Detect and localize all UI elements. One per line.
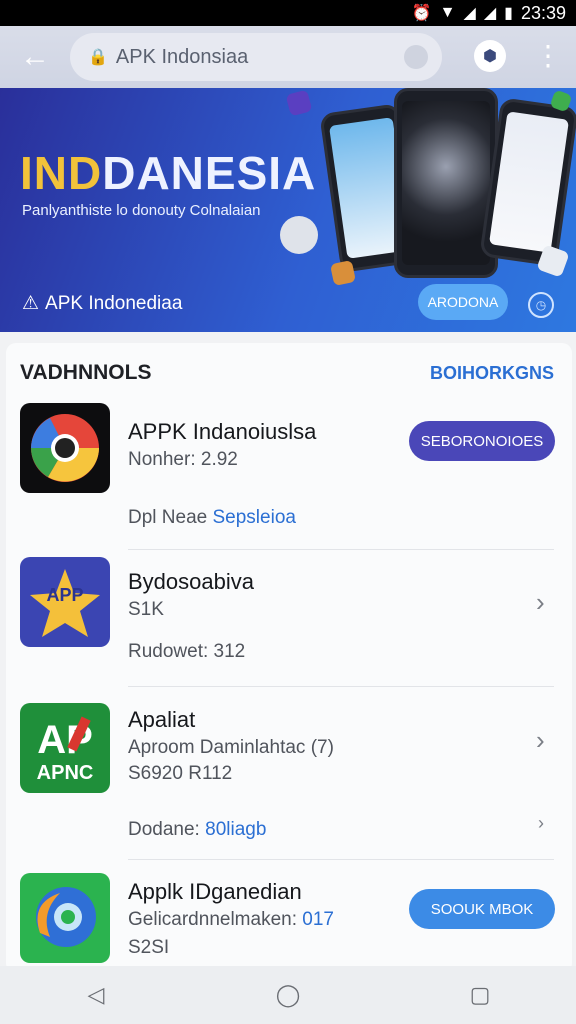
lock-icon: 🔒	[88, 49, 108, 66]
banner-subtitle: Panlyanthiste lo donouty Colnalaian	[22, 202, 261, 219]
mic-icon[interactable]	[404, 45, 428, 69]
app-meta-line: Dpl Neae Sepsleioa	[128, 507, 296, 528]
app-size: S2SI	[128, 937, 170, 958]
app-name: Applk IDganedian	[128, 879, 302, 904]
banner-title: INDDANESIA	[20, 147, 317, 199]
svg-text:APNC: APNC	[37, 762, 94, 784]
app-meta-line: Gelicardnnelmaken: 017	[128, 909, 334, 930]
system-nav-bar: ◁ ◯ ▢	[0, 966, 576, 1024]
divider	[128, 686, 554, 687]
chevron-right-icon[interactable]: ›	[536, 587, 545, 618]
banner-cta-button[interactable]: ARODONA	[418, 284, 508, 320]
list-item[interactable]: APPK Indanoiuslsa Nonher: 2.92 Dpl Neae …	[6, 403, 572, 549]
app-meta-line: Rudowet: 312	[128, 641, 246, 662]
app-developer: Aproom Daminlahtac (7)	[128, 737, 334, 758]
floating-ball-icon	[280, 216, 318, 254]
signal-icon-2: ◢	[483, 5, 497, 22]
app-version: Nonher: 2.92	[128, 449, 238, 470]
app-meta-link[interactable]: 017	[302, 909, 334, 930]
floating-tile-icon	[285, 89, 313, 117]
app-icon-chat	[20, 873, 110, 963]
app-icon-apnc: AP APNC	[20, 703, 110, 793]
alarm-icon: ⏰	[411, 5, 432, 22]
divider	[128, 549, 554, 550]
app-size: S6920 R112	[128, 763, 233, 784]
svg-text:APP: APP	[46, 585, 83, 605]
download-button[interactable]: SEBORONOIOES	[409, 421, 555, 461]
app-name: Apaliat	[128, 707, 196, 732]
app-list-card: VADHNNOLS BOIHORKGNS APPK Indanoiuslsa N…	[6, 343, 572, 973]
nav-recents-icon[interactable]: ▢	[450, 982, 510, 1008]
shield-icon[interactable]: ⬢	[474, 40, 506, 72]
list-item[interactable]: Applk IDganedian Gelicardnnelmaken: 017 …	[6, 873, 572, 973]
status-time: 23:39	[520, 2, 566, 23]
browser-toolbar: ← 🔒 APK Indonsiaa ⬢ ⋮	[0, 26, 576, 88]
hero-banner[interactable]: INDDANESIA Panlyanthiste lo donouty Coln…	[0, 88, 576, 332]
banner-brand: ⚠ APK Indonediaa	[22, 292, 183, 315]
status-bar: ⏰ ▼ ◢ ◢ ▮ 23:39	[0, 0, 576, 26]
small-arrow-icon[interactable]: ›	[538, 813, 544, 834]
banner-clock-icon[interactable]: ◷	[528, 292, 554, 318]
app-meta-link[interactable]: 80liagb	[205, 819, 266, 840]
back-arrow-icon[interactable]: ←	[0, 40, 70, 74]
app-meta-link[interactable]: Sepsleioa	[213, 507, 296, 528]
app-icon-browser	[20, 403, 110, 493]
nav-back-icon[interactable]: ◁	[66, 982, 126, 1008]
floating-box-icon	[329, 259, 357, 287]
battery-icon: ▮	[504, 5, 513, 22]
wifi-icon: ▼	[439, 4, 456, 21]
chevron-right-icon[interactable]: ›	[536, 725, 545, 756]
app-icon-star: APP	[20, 557, 110, 647]
app-name: APPK Indanoiuslsa	[128, 419, 317, 444]
divider	[128, 859, 554, 860]
list-item[interactable]: APP Bydosoabiva S1K Rudowet: 312 ›	[6, 557, 572, 687]
list-item[interactable]: AP APNC Apaliat Aproom Daminlahtac (7) S6…	[6, 703, 572, 859]
app-meta-line: Dodane: 80liagb	[128, 819, 267, 840]
install-button[interactable]: SOOUK MBOK	[409, 889, 555, 929]
app-name: Bydosoabiva	[128, 569, 254, 594]
signal-icon: ◢	[463, 5, 476, 22]
section-see-all-link[interactable]: BOIHORKGNS	[430, 363, 554, 384]
nav-home-icon[interactable]: ◯	[258, 982, 318, 1008]
address-bar[interactable]: 🔒 APK Indonsiaa	[70, 33, 442, 81]
warning-triangle-icon: ⚠	[22, 293, 40, 314]
url-text: APK Indonsiaa	[115, 45, 249, 68]
app-size: S1K	[128, 599, 164, 620]
section-title: VADHNNOLS	[20, 361, 152, 384]
more-menu-icon[interactable]: ⋮	[534, 38, 562, 74]
